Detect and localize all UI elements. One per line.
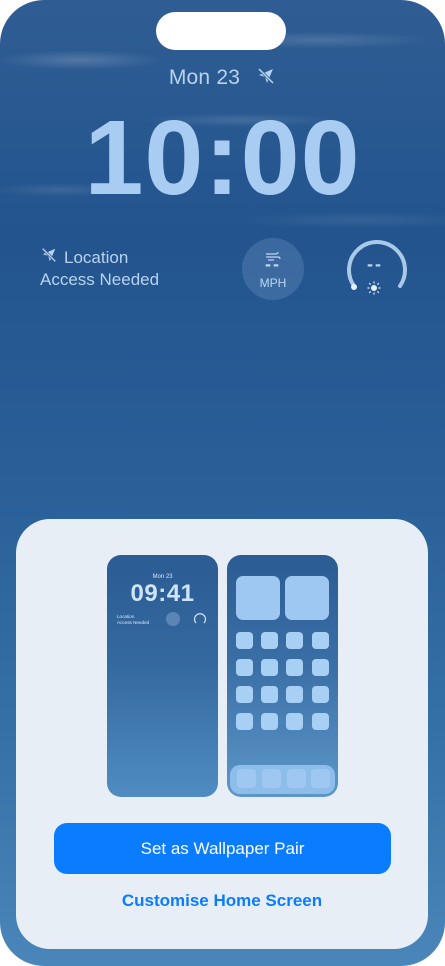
wind-unit: MPH (259, 276, 287, 290)
location-widget-line1: Location (64, 248, 129, 267)
location-off-icon (40, 246, 58, 269)
location-widget-line2: Access Needed (40, 270, 160, 289)
preview-location-line2: Access Needed (117, 620, 150, 625)
lock-screen-preview[interactable]: Mon 23 09:41 Location Access Needed (107, 555, 218, 797)
preview-widget (236, 576, 280, 620)
preview-app-icon (236, 632, 253, 649)
customise-home-screen-button[interactable]: Customise Home Screen (16, 891, 428, 911)
preview-dock-icon (311, 769, 330, 788)
gauge-widget[interactable]: -- (342, 236, 408, 300)
preview-app-icon (236, 659, 253, 676)
preview-app-icon (312, 659, 329, 676)
location-off-icon (256, 66, 276, 92)
preview-gauge-widget (193, 612, 207, 626)
preview-dock-icon (262, 769, 281, 788)
preview-app-icon (286, 686, 303, 703)
preview-dock-icon (287, 769, 306, 788)
preview-app-icon (312, 713, 329, 730)
date-label: Mon 23 (168, 66, 241, 89)
preview-app-icon (261, 713, 278, 730)
preview-app-icon (261, 686, 278, 703)
gauge-value: -- (367, 254, 383, 274)
wallpaper-sheet: Mon 23 09:41 Location Access Needed Set … (16, 519, 428, 949)
sun-icon (367, 281, 381, 300)
lock-screen: Mon 23 10:00 Location Access Needed -- M… (0, 0, 445, 966)
preview-app-icon (236, 686, 253, 703)
home-screen-preview[interactable] (227, 555, 338, 797)
preview-app-icon (261, 659, 278, 676)
dynamic-island (156, 12, 286, 50)
preview-app-icon (312, 686, 329, 703)
preview-app-icon (236, 713, 253, 730)
wind-value: -- (265, 254, 281, 274)
preview-app-icon (312, 632, 329, 649)
date-row[interactable]: Mon 23 (0, 66, 445, 92)
preview-dock-icon (237, 769, 256, 788)
preview-widget (285, 576, 329, 620)
location-widget[interactable]: Location Access Needed (40, 246, 159, 290)
preview-app-icon (286, 632, 303, 649)
preview-app-icon (286, 713, 303, 730)
preview-location-widget: Location Access Needed (117, 614, 149, 626)
preview-app-icon (286, 659, 303, 676)
set-wallpaper-pair-button[interactable]: Set as Wallpaper Pair (54, 823, 391, 874)
wind-widget[interactable]: -- MPH (242, 238, 304, 300)
clock-time[interactable]: 10:00 (0, 98, 445, 218)
preview-wind-widget (166, 612, 180, 626)
preview-time: 09:41 (130, 580, 195, 607)
preview-app-icon (261, 632, 278, 649)
